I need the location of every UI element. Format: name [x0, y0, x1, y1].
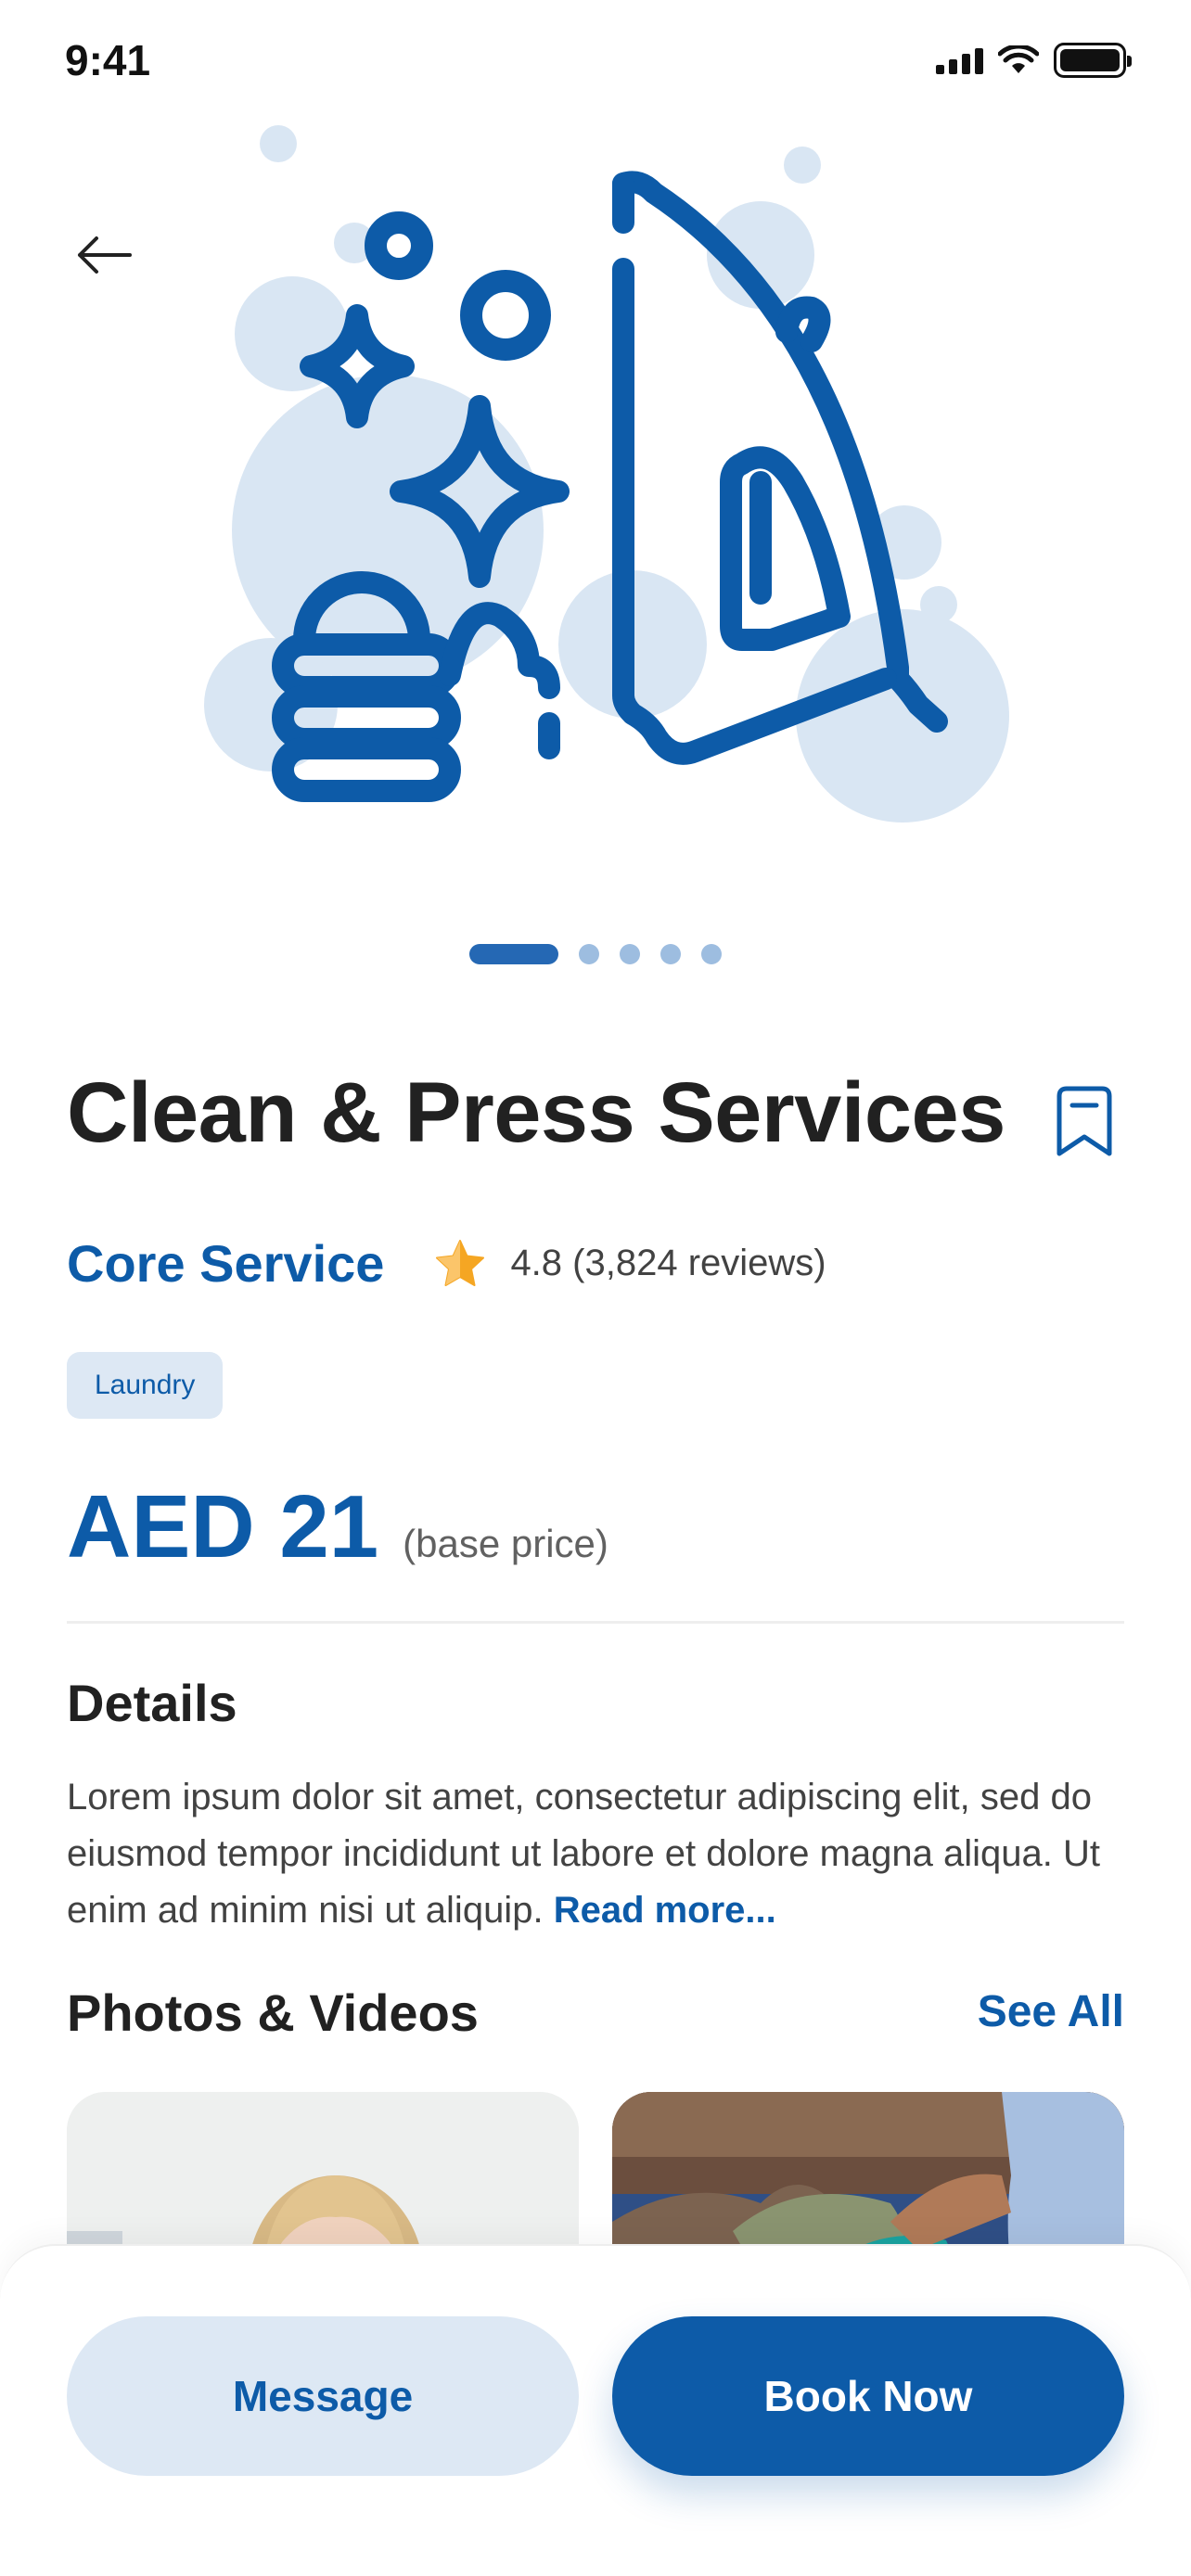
rating-text[interactable]: 4.8 (3,824 reviews)	[510, 1243, 826, 1284]
bookmark-icon	[1057, 1086, 1112, 1156]
service-title: Clean & Press Services	[67, 1065, 1005, 1160]
read-more-link[interactable]: Read more...	[554, 1890, 776, 1931]
pager-dot[interactable]	[620, 944, 640, 964]
meta-row: Core Service 4.8 (3,824 reviews)	[67, 1233, 826, 1294]
pager-dot[interactable]	[660, 944, 681, 964]
price-note: (base price)	[403, 1522, 608, 1565]
star-icon	[436, 1239, 485, 1286]
status-icons	[936, 43, 1132, 78]
pager-dot[interactable]	[579, 944, 599, 964]
price-row: AED 21 (base price)	[67, 1476, 608, 1578]
category-tag[interactable]: Laundry	[67, 1352, 224, 1419]
message-button[interactable]: Message	[67, 2316, 579, 2476]
carousel-pager	[0, 944, 1191, 964]
status-time: 9:41	[65, 36, 151, 84]
bookmark-button[interactable]	[1054, 1085, 1115, 1159]
wifi-icon	[998, 45, 1039, 73]
back-button[interactable]	[65, 223, 143, 287]
price: AED 21	[67, 1477, 379, 1576]
pager-dot[interactable]	[701, 944, 722, 964]
see-all-link[interactable]: See All	[978, 1986, 1124, 2037]
battery-icon	[1054, 43, 1132, 78]
status-bar: 9:41	[0, 0, 1191, 130]
iron-and-clothes-illustration	[204, 125, 1009, 823]
service-category[interactable]: Core Service	[67, 1233, 384, 1294]
arrow-left-icon	[78, 236, 132, 274]
details-text: Lorem ipsum dolor sit amet, consectetur …	[67, 1769, 1133, 1939]
divider	[67, 1621, 1124, 1624]
signal-icon	[936, 46, 983, 74]
details-heading: Details	[67, 1674, 237, 1732]
service-detail-screen: 9:41 Clean & Press Services Core Service…	[0, 0, 1191, 2576]
pager-dot-active[interactable]	[469, 944, 558, 964]
photos-heading: Photos & Videos	[67, 1983, 479, 2042]
bottom-action-bar: Message Book Now	[0, 2244, 1191, 2576]
book-now-button[interactable]: Book Now	[612, 2316, 1124, 2476]
